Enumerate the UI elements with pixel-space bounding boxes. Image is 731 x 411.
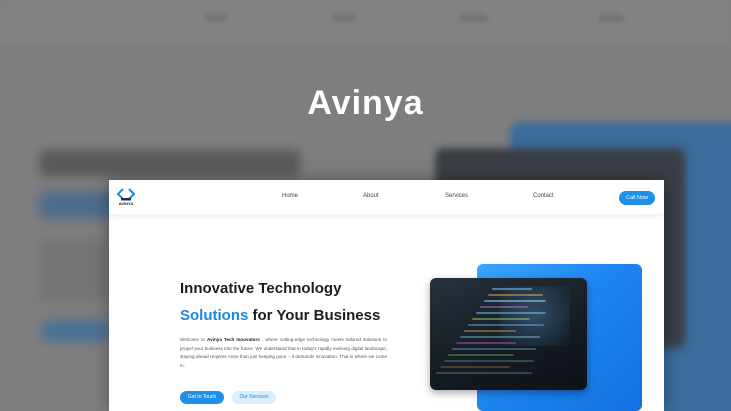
hero-description: Welcome to Avinya Tech Innovators , wher… (180, 336, 387, 370)
call-now-button[interactable]: Call Now (619, 191, 655, 205)
hero-desc-company: Avinya Tech Innovators (206, 337, 260, 342)
overlay-brand-title: Avinya (307, 84, 424, 122)
nav-about[interactable]: About (363, 193, 379, 199)
get-in-touch-button[interactable]: Get In Touch (180, 391, 224, 404)
hero-desc-prefix: Welcome to (180, 337, 207, 342)
hero-title-line1: Innovative Technology (180, 280, 342, 297)
code-on-laptop-image (430, 278, 587, 390)
logo-text: AVINYA (118, 201, 134, 206)
hero-title-accent: Solutions (180, 307, 249, 324)
website-preview: AVINYA Home About Services Contact Call … (109, 180, 664, 411)
nav-contact[interactable]: Contact (533, 193, 554, 199)
hero-title-rest: for Your Business (248, 307, 381, 324)
nav-services[interactable]: Services (445, 193, 468, 199)
our-services-button[interactable]: Our Services (232, 391, 276, 404)
site-navbar: AVINYA Home About Services Contact Call … (109, 180, 664, 214)
nav-home[interactable]: Home (282, 193, 298, 199)
hero-title-line2: Solutions for Your Business (180, 307, 380, 324)
